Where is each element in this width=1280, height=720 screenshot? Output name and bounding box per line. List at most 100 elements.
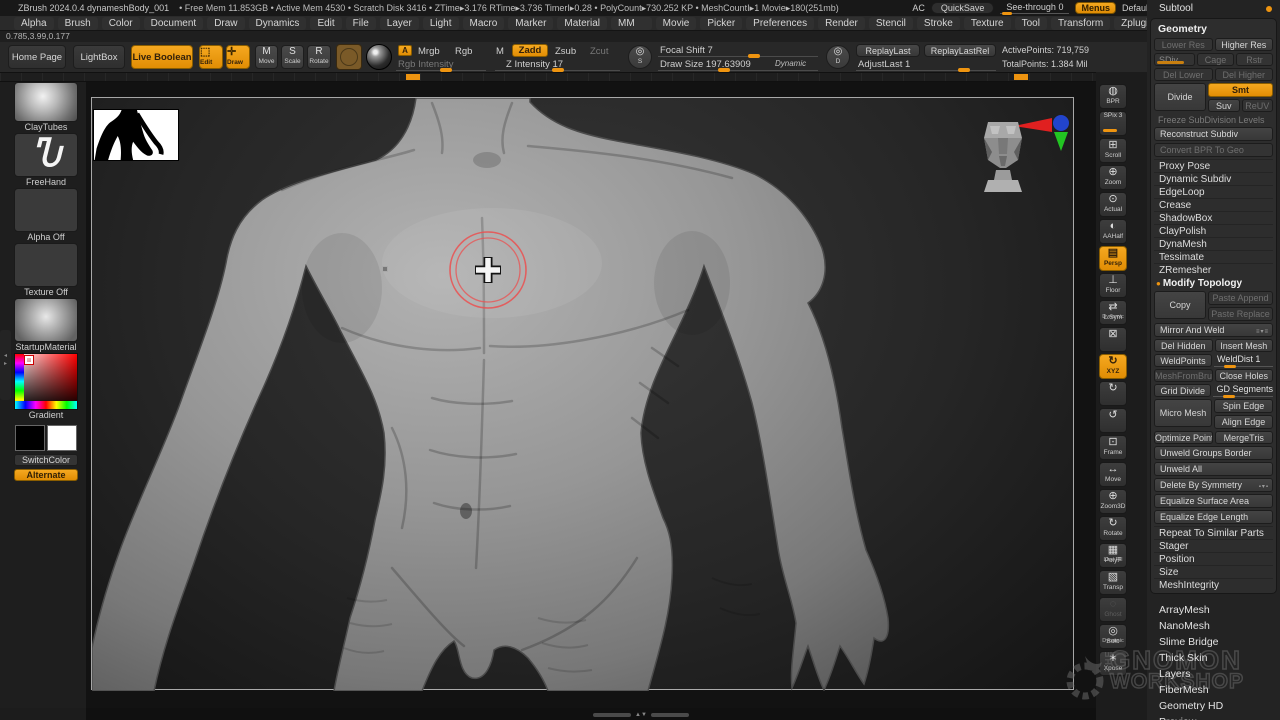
axis-toggle-icons[interactable]: ≡▾≡: [1256, 326, 1269, 339]
focal-shift-slider[interactable]: Focal Shift 7: [660, 45, 713, 56]
spin-edge-button[interactable]: Spin Edge: [1214, 399, 1273, 413]
palette-section-header[interactable]: NanoMesh: [1159, 618, 1280, 634]
copy-button[interactable]: Copy: [1154, 291, 1206, 319]
menus-button[interactable]: Menus: [1075, 2, 1116, 14]
tray-button[interactable]: ◐ AAHalf: [1099, 219, 1127, 244]
bottom-tray-divider[interactable]: ▲▼: [586, 712, 696, 718]
unweld-groups-border-button[interactable]: Unweld Groups Border: [1154, 446, 1273, 460]
divider-arrows-icon[interactable]: ▲▼: [635, 712, 647, 718]
secondary-color-swatch[interactable]: [47, 425, 77, 451]
material-swatch[interactable]: [366, 44, 392, 70]
main-color-swatch[interactable]: [15, 425, 45, 451]
geometry-subsection[interactable]: Crease: [1154, 198, 1273, 211]
palette-section-header[interactable]: ArrayMesh: [1159, 602, 1280, 618]
tray-button[interactable]: ⊙ Actual: [1099, 192, 1127, 217]
tray-button[interactable]: ⊥ Floor: [1099, 273, 1127, 298]
tray-button[interactable]: ⊕ Zoom3D: [1099, 489, 1127, 514]
tray-button[interactable]: ⇄ L.Sym Dynamic: [1099, 300, 1127, 325]
insert-mesh-button[interactable]: Insert Mesh: [1215, 339, 1274, 352]
palette-section-header[interactable]: Thick Skin: [1159, 650, 1280, 666]
geometry-section-header[interactable]: Geometry: [1154, 22, 1273, 38]
menu-item[interactable]: Edit: [310, 17, 341, 30]
menu-item[interactable]: Marker: [508, 17, 553, 30]
menu-item[interactable]: Movie: [656, 17, 697, 30]
align-edge-button[interactable]: Align Edge: [1214, 415, 1273, 429]
axis-toggle-icons[interactable]: ▪▾▪: [1259, 481, 1269, 494]
menu-item[interactable]: Brush: [58, 17, 98, 30]
stroke-inventory-icon[interactable]: ◎S: [628, 45, 652, 69]
alternate-button[interactable]: Alternate: [14, 469, 78, 481]
tray-button[interactable]: ⊕ Zoom: [1099, 165, 1127, 190]
tray-button[interactable]: ▦ PolyF Line Fill: [1099, 543, 1127, 568]
geometry-subsection[interactable]: ShadowBox: [1154, 211, 1273, 224]
subtool-palette-header[interactable]: Subtool: [1159, 3, 1193, 14]
menu-item[interactable]: Tool: [1015, 17, 1047, 30]
document-preview-thumbnail[interactable]: [93, 109, 179, 161]
paste-replace-button[interactable]: Paste Replace: [1208, 307, 1273, 321]
del-higher-button[interactable]: Del Higher: [1215, 68, 1274, 81]
zadd-button[interactable]: Zadd: [512, 44, 548, 57]
zsub-button[interactable]: Zsub: [555, 46, 576, 57]
equalize-edge-length-button[interactable]: Equalize Edge Length: [1154, 510, 1273, 524]
geometry-subsection[interactable]: Dynamic Subdiv: [1154, 172, 1273, 185]
weld-dist-slider[interactable]: WeldDist 1: [1214, 354, 1273, 367]
close-holes-button[interactable]: Close Holes: [1215, 369, 1274, 382]
quicksave-button[interactable]: QuickSave: [931, 2, 995, 14]
replay-last-rel-button[interactable]: ReplayLastRel: [924, 44, 996, 57]
camview-head-widget[interactable]: [980, 116, 1026, 196]
tray-button[interactable]: ▧ Transp: [1099, 570, 1127, 595]
menu-item[interactable]: Stencil: [869, 17, 913, 30]
tray-button[interactable]: ▤ Persp: [1099, 246, 1127, 271]
palette-section-header[interactable]: Preview: [1159, 714, 1280, 720]
modify-topology-header[interactable]: ●Modify Topology: [1154, 276, 1273, 291]
equalize-surface-area-button[interactable]: Equalize Surface Area: [1154, 494, 1273, 508]
geometry-subsection[interactable]: Position: [1154, 552, 1273, 565]
see-through-slider[interactable]: See-through 0: [1000, 2, 1069, 14]
tray-button[interactable]: ↻ XYZ: [1099, 354, 1127, 379]
freeze-subdivision-button[interactable]: Freeze SubDivision Levels: [1154, 114, 1273, 127]
optimize-point-button[interactable]: Optimize Point: [1154, 431, 1213, 444]
reconstruct-subdiv-button[interactable]: Reconstruct Subdiv: [1154, 127, 1273, 141]
scale-button[interactable]: SScale: [281, 45, 304, 69]
focal-shift-handle[interactable]: [748, 54, 760, 58]
tray-button[interactable]: ⊠: [1099, 327, 1127, 352]
menu-item[interactable]: Render: [818, 17, 865, 30]
live-boolean-button[interactable]: Live Boolean: [131, 45, 193, 69]
curve-mode-icon[interactable]: ◎D: [826, 45, 850, 69]
rgb-button[interactable]: Rgb: [455, 46, 472, 57]
color-swatch-a[interactable]: A: [398, 45, 412, 56]
unweld-all-button[interactable]: Unweld All: [1154, 462, 1273, 476]
del-hidden-button[interactable]: Del Hidden: [1154, 339, 1213, 352]
rotate-button[interactable]: RRotate: [307, 45, 331, 69]
draw-size-slider[interactable]: Draw Size 197.63909: [660, 59, 751, 70]
rstr-button[interactable]: Rstr: [1236, 53, 1273, 66]
alpha-thumbnail[interactable]: [14, 188, 78, 232]
menu-item[interactable]: Draw: [207, 17, 244, 30]
draw-button[interactable]: ✛Draw: [226, 45, 250, 69]
geometry-subsection[interactable]: Size: [1154, 565, 1273, 578]
geometry-subsection[interactable]: Proxy Pose: [1154, 159, 1273, 172]
sculpt-model[interactable]: [92, 98, 1075, 691]
hue-strip-icon[interactable]: [15, 401, 77, 409]
merge-tris-button[interactable]: MergeTris: [1215, 431, 1274, 444]
menu-item[interactable]: Material: [557, 17, 607, 30]
move-button[interactable]: MMove: [255, 45, 278, 69]
menu-item[interactable]: Document: [144, 17, 204, 30]
weld-points-button[interactable]: WeldPoints: [1154, 354, 1212, 367]
grid-divide-button[interactable]: Grid Divide: [1154, 384, 1211, 397]
geometry-subsection[interactable]: Repeat To Similar Parts: [1154, 526, 1273, 539]
divide-button[interactable]: Divide: [1154, 83, 1206, 111]
menu-item[interactable]: Transform: [1051, 17, 1110, 30]
stroke-type-swatch[interactable]: [336, 44, 362, 70]
tray-button[interactable]: SPix 3: [1099, 111, 1127, 136]
tray-button[interactable]: ↺: [1099, 408, 1127, 433]
tray-button[interactable]: ↻ Rotate: [1099, 516, 1127, 541]
palette-section-header[interactable]: FiberMesh: [1159, 682, 1280, 698]
current-brush-thumbnail[interactable]: [14, 82, 78, 122]
sdiv-slider[interactable]: SDiv: [1154, 53, 1195, 66]
material-thumbnail[interactable]: [14, 298, 78, 342]
tray-button[interactable]: ◎ Solo Dynamic: [1099, 624, 1127, 649]
geometry-subsection[interactable]: ZRemesher: [1154, 263, 1273, 276]
home-page-button[interactable]: Home Page: [8, 45, 66, 69]
delete-by-symmetry-button[interactable]: Delete By Symmetry▪▾▪: [1154, 478, 1273, 492]
